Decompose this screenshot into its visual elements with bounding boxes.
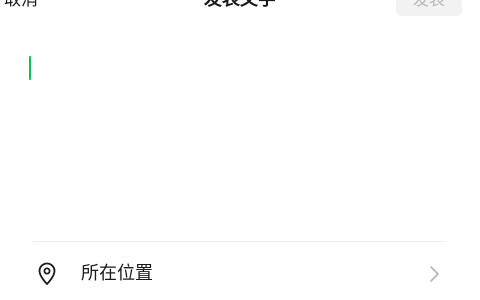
location-label: 所在位置: [81, 263, 153, 284]
post-text-screen: 取消 发表文字 发表 所在位置: [0, 0, 480, 300]
chevron-right-icon: [430, 266, 439, 282]
location-row[interactable]: 所在位置: [0, 248, 480, 300]
location-pin-icon: [38, 262, 56, 285]
publish-button[interactable]: 发表: [396, 0, 462, 16]
nav-bar: 取消 发表文字 发表: [0, 0, 480, 18]
text-cursor: [29, 56, 31, 80]
compose-text-input[interactable]: [24, 48, 454, 218]
divider: [33, 241, 445, 242]
